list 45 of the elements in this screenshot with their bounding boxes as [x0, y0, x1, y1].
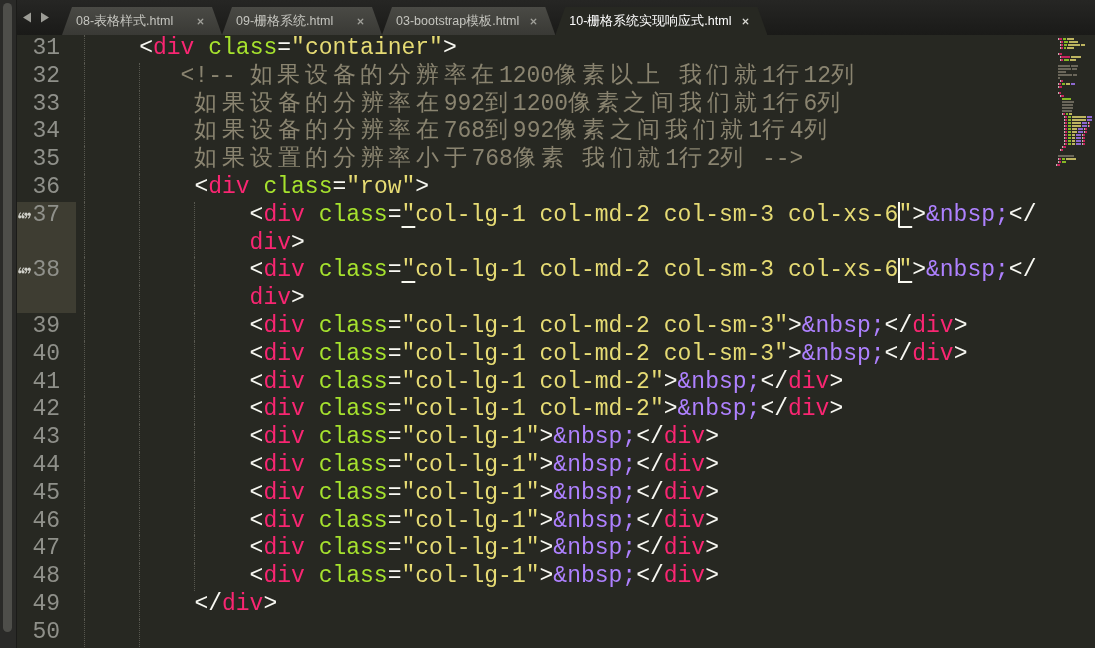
file-tab[interactable]: 03-bootstrap模板.html: [382, 7, 556, 35]
code-line: <div class="container">: [139, 35, 457, 63]
code-line: <div class="col-lg-1">&nbsp;</div>: [249, 451, 719, 480]
line-number: 44: [32, 451, 60, 480]
line-number: 35: [32, 146, 60, 174]
code-line: <div class="col-lg-1 col-md-2 col-sm-3">&nbsp;</div>: [249, 340, 968, 369]
code-line: <div class="col-lg-1">&nbsp;</div>: [249, 424, 719, 452]
line-number: 43: [32, 424, 60, 452]
line-number: 40: [32, 340, 60, 369]
line-number: 32: [32, 62, 60, 91]
line-number: 49: [32, 590, 60, 619]
line-number: 34: [32, 118, 60, 147]
line-number: 50: [32, 618, 60, 647]
file-tab[interactable]: 10-栅格系统实现响应式.html: [555, 7, 768, 35]
line-number: 37: [32, 201, 60, 230]
line-number: 31: [32, 35, 60, 63]
code-line: <div class="row">: [194, 174, 430, 202]
code-line: <div class="col-lg-1">&nbsp;</div>: [249, 563, 719, 591]
line-number: 47: [32, 535, 60, 564]
line-number: 38: [32, 257, 60, 286]
triangle-right-icon[interactable]: [40, 12, 50, 23]
line-number: 33: [32, 90, 60, 119]
code-line: <div class="col-lg-1 col-md-2 col-sm-3 col-xs-6">&nbsp;</: [249, 201, 1037, 230]
line-number: 48: [32, 563, 60, 591]
code-line: <div class="col-lg-1">&nbsp;</div>: [249, 507, 719, 536]
code-line: div>: [249, 285, 305, 313]
code-line: <div class="col-lg-1">&nbsp;</div>: [249, 535, 719, 564]
code-line: <div class="col-lg-1 col-md-2">&nbsp;</div>: [249, 368, 844, 397]
file-tab[interactable]: 09-栅格系统.html: [222, 7, 382, 35]
code-line: <div class="col-lg-1">&nbsp;</div>: [249, 479, 719, 508]
line-number: 39: [32, 312, 60, 341]
line-number: 36: [32, 174, 60, 202]
close-icon[interactable]: [741, 16, 751, 26]
code-line: </div>: [194, 590, 278, 619]
triangle-left-icon[interactable]: [22, 12, 32, 23]
line-number: 42: [32, 396, 60, 425]
code-line: <div class="col-lg-1 col-md-2 col-sm-3 col-xs-6">&nbsp;</: [249, 257, 1037, 286]
line-number: 46: [32, 507, 60, 536]
line-number: 45: [32, 479, 60, 508]
file-tab[interactable]: 08-表格样式.html: [62, 7, 222, 35]
code-line: <div class="col-lg-1 col-md-2">&nbsp;</div>: [249, 396, 844, 425]
code-line: <div class="col-lg-1 col-md-2 col-sm-3">&nbsp;</div>: [249, 312, 968, 341]
code-line: div>: [249, 229, 305, 258]
line-number: 41: [32, 368, 60, 397]
scrollbar-thumb[interactable]: [3, 3, 12, 632]
